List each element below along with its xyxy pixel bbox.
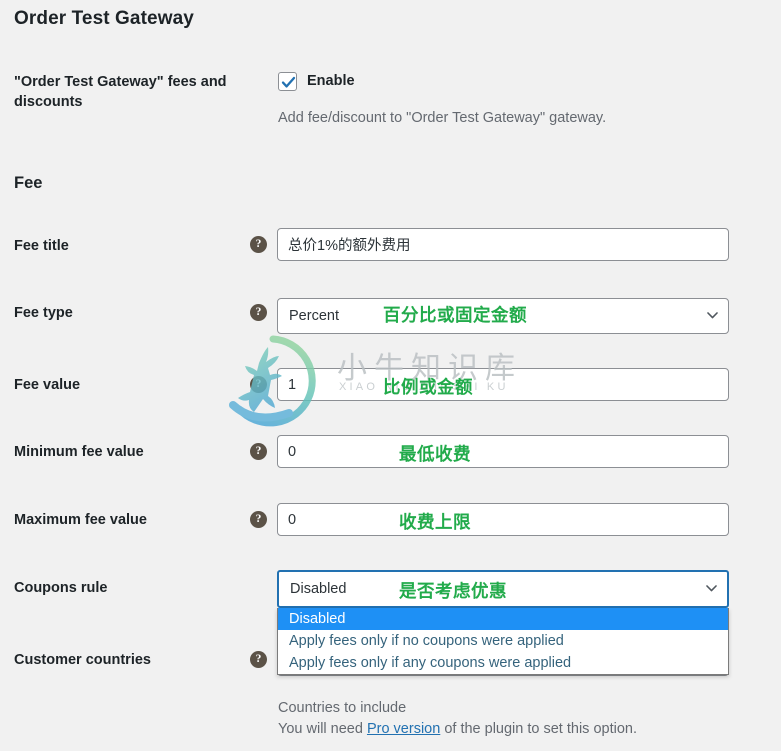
fee-value-input[interactable] [277, 368, 729, 401]
help-icon[interactable]: ? [250, 651, 267, 668]
check-icon [281, 76, 296, 88]
pro-note-prefix: You will need [278, 721, 367, 737]
settings-page: Order Test Gateway "Order Test Gateway" … [0, 0, 781, 751]
customer-countries-description-1: Countries to include [278, 700, 407, 716]
customer-countries-label: Customer countries [14, 652, 151, 668]
coupons-rule-label: Coupons rule [14, 580, 108, 596]
fee-type-selected-value: Percent [289, 308, 339, 324]
coupons-rule-selected-value: Disabled [290, 581, 347, 597]
maximum-fee-value-input[interactable] [277, 503, 729, 536]
coupons-rule-dropdown[interactable]: Disabled Apply fees only if no coupons w… [277, 608, 729, 675]
section-heading-fee: Fee [14, 174, 43, 192]
page-title: Order Test Gateway [14, 8, 194, 29]
dropdown-option[interactable]: Disabled [278, 608, 728, 630]
dropdown-option[interactable]: Apply fees only if no coupons were appli… [278, 630, 728, 652]
pro-note-suffix: of the plugin to set this option. [440, 721, 637, 737]
dropdown-option[interactable]: Apply fees only if any coupons were appl… [278, 652, 728, 674]
fee-type-label: Fee type [14, 305, 73, 321]
enable-checkbox[interactable] [278, 72, 297, 91]
help-icon[interactable]: ? [250, 376, 267, 393]
maximum-fee-value-label: Maximum fee value [14, 512, 147, 528]
coupons-rule-select[interactable]: Disabled [277, 570, 729, 608]
chevron-down-icon [706, 585, 717, 592]
fee-type-select[interactable]: Percent [277, 298, 729, 334]
enable-description: Add fee/discount to "Order Test Gateway"… [278, 110, 607, 126]
enable-row-label: "Order Test Gateway" fees and discounts [14, 74, 227, 110]
pro-version-link[interactable]: Pro version [367, 721, 440, 737]
help-icon[interactable]: ? [250, 443, 267, 460]
fee-title-label: Fee title [14, 238, 69, 254]
help-icon[interactable]: ? [250, 236, 267, 253]
minimum-fee-value-label: Minimum fee value [14, 444, 144, 460]
chevron-down-icon [707, 312, 718, 319]
help-icon[interactable]: ? [250, 511, 267, 528]
fee-title-input[interactable] [277, 228, 729, 261]
help-icon[interactable]: ? [250, 304, 267, 321]
customer-countries-description-2: You will need Pro version of the plugin … [278, 719, 637, 740]
minimum-fee-value-input[interactable] [277, 435, 729, 468]
fee-value-label: Fee value [14, 377, 81, 393]
enable-checkbox-label[interactable]: Enable [307, 72, 355, 91]
